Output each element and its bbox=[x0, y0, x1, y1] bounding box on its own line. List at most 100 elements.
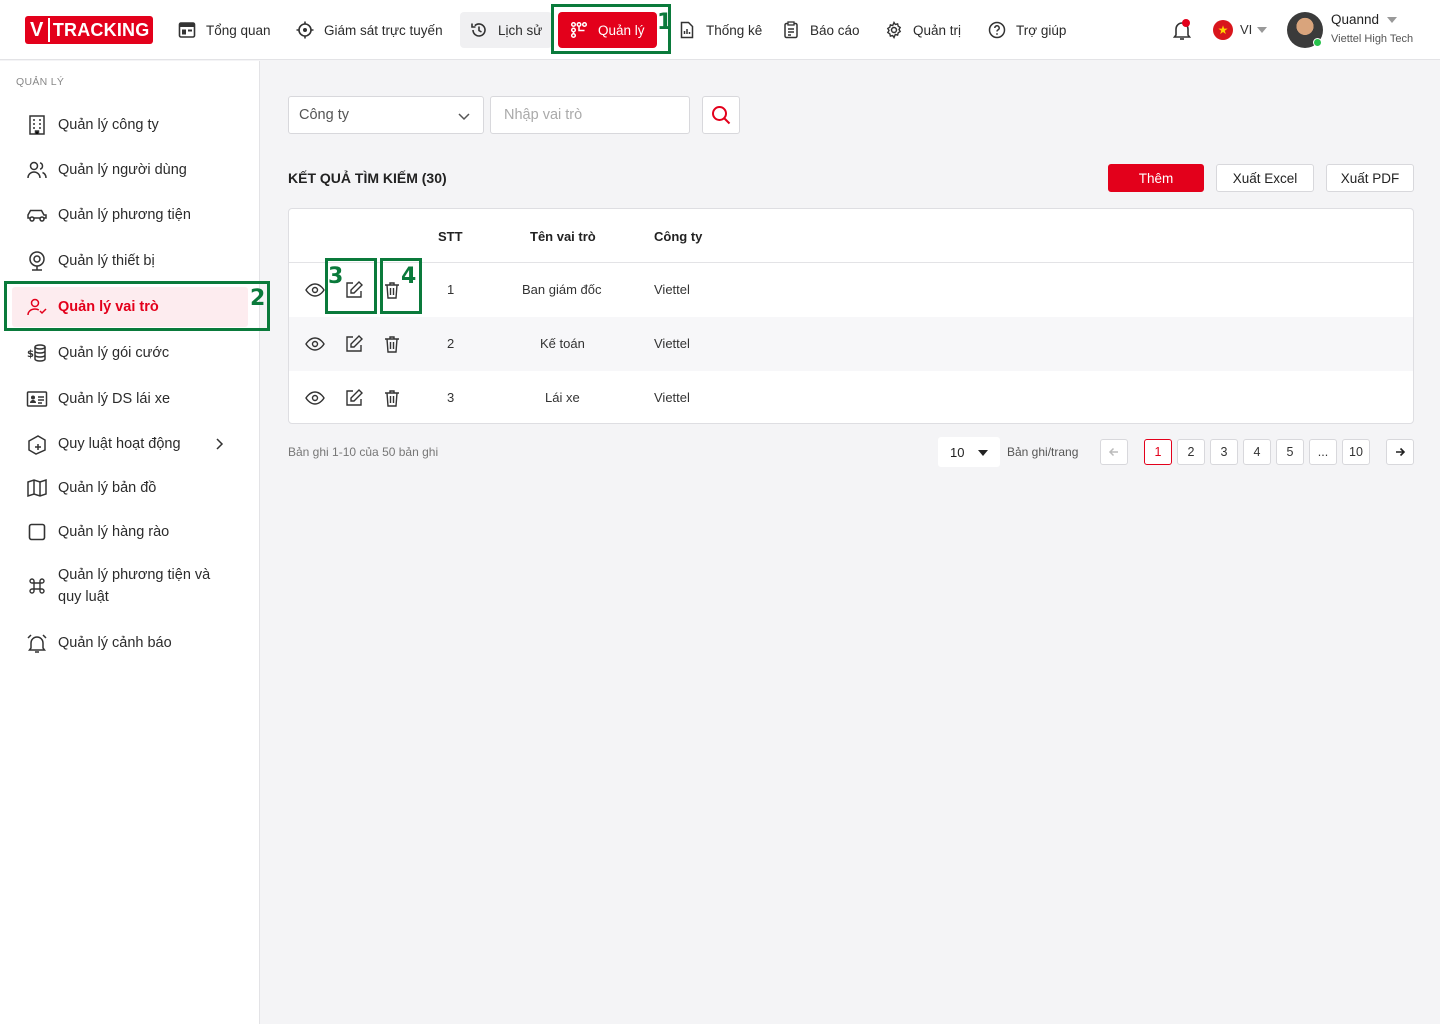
vtracking-logo[interactable]: V TRACKING bbox=[25, 16, 154, 44]
user-name[interactable]: Quannd bbox=[1331, 12, 1379, 27]
sidebar-item-label: Quản lý vai trò bbox=[58, 299, 159, 315]
language-label[interactable]: VI bbox=[1240, 22, 1252, 37]
sidebar-item-fences[interactable]: Quản lý hàng rào bbox=[12, 512, 248, 552]
sidebar-item-drivers[interactable]: Quản lý DS lái xe bbox=[12, 379, 248, 419]
user-org: Viettel High Tech bbox=[1331, 33, 1414, 45]
eye-icon bbox=[305, 283, 325, 297]
page-button-4[interactable]: 4 bbox=[1243, 439, 1271, 465]
edit-button[interactable] bbox=[344, 280, 364, 300]
sidebar-item-alerts[interactable]: Quản lý cảnh báo bbox=[12, 623, 248, 663]
user-caret-icon[interactable] bbox=[1387, 17, 1397, 23]
sidebar-item-devices[interactable]: Quản lý thiết bị bbox=[12, 241, 248, 281]
annotation-number-1: 1 bbox=[657, 10, 673, 35]
sidebar-item-company[interactable]: Quản lý công ty bbox=[12, 105, 248, 145]
edit-icon bbox=[346, 335, 363, 352]
page-size-select[interactable]: 10 bbox=[938, 437, 1000, 467]
page-button-10[interactable]: 10 bbox=[1342, 439, 1370, 465]
lang-caret-icon[interactable] bbox=[1257, 27, 1267, 33]
sidebar-item-vehicles[interactable]: Quản lý phương tiện bbox=[12, 195, 248, 235]
vietnam-flag-icon[interactable]: ★ bbox=[1213, 20, 1233, 40]
company-select[interactable]: Công ty bbox=[288, 96, 484, 134]
edit-button[interactable] bbox=[344, 334, 364, 354]
sidebar-item-roles[interactable]: Quản lý vai trò bbox=[12, 287, 248, 327]
page-button-3[interactable]: 3 bbox=[1210, 439, 1238, 465]
chevron-down-icon bbox=[458, 113, 470, 121]
sidebar-item-maps[interactable]: Quản lý bản đồ bbox=[12, 468, 248, 508]
nav-lich-su[interactable]: Lịch sử bbox=[460, 12, 553, 48]
nav-tong-quan[interactable]: Tổng quan bbox=[168, 12, 281, 48]
nav-thong-ke[interactable]: Thống kê bbox=[668, 12, 772, 48]
user-check-icon bbox=[27, 298, 47, 316]
company-select-value: Công ty bbox=[299, 107, 349, 123]
chevron-right-icon[interactable] bbox=[212, 437, 226, 451]
sidebar-item-users[interactable]: Quản lý người dùng bbox=[12, 150, 248, 190]
page-button-1[interactable]: 1 bbox=[1144, 439, 1172, 465]
page-button-2[interactable]: 2 bbox=[1177, 439, 1205, 465]
role-search-input[interactable] bbox=[490, 96, 690, 134]
per-page-label: Bản ghi/trang bbox=[1007, 445, 1079, 459]
sidebar-item-rules[interactable]: Quy luật hoạt động bbox=[12, 424, 248, 464]
sidebar-item-label: Quản lý thiết bị bbox=[58, 253, 155, 269]
top-header: V TRACKING Tổng quan Giám sát trực tuyến… bbox=[0, 0, 1440, 60]
export-pdf-button[interactable]: Xuất PDF bbox=[1326, 164, 1414, 192]
cell-role-name: Lái xe bbox=[545, 390, 580, 405]
sidebar-item-label: Quản lý phương tiện bbox=[58, 207, 191, 223]
nav-label: Lịch sử bbox=[498, 22, 543, 38]
crosshair-icon bbox=[296, 21, 314, 39]
view-button[interactable] bbox=[305, 334, 325, 354]
help-icon bbox=[988, 21, 1006, 39]
page-size-value: 10 bbox=[950, 444, 965, 460]
prev-page-button[interactable] bbox=[1100, 439, 1128, 465]
sidebar-item-label-line2: quy luật bbox=[58, 589, 109, 605]
edit-icon bbox=[346, 389, 363, 406]
sidebar-item-packages[interactable]: $ Quản lý gói cước bbox=[12, 333, 248, 373]
table-row: 1 Ban giám đốc Viettel bbox=[289, 263, 1413, 317]
nav-label: Quản trị bbox=[913, 22, 962, 38]
cell-stt: 2 bbox=[447, 336, 455, 351]
users-icon bbox=[27, 161, 47, 179]
sidebar-title: QUẢN LÝ bbox=[16, 76, 65, 88]
page-button-5[interactable]: 5 bbox=[1276, 439, 1304, 465]
header-company: Công ty bbox=[654, 229, 703, 244]
nav-quan-tri[interactable]: Quản trị bbox=[875, 12, 971, 48]
nav-label: Báo cáo bbox=[810, 22, 860, 38]
coins-icon: $ bbox=[27, 344, 46, 362]
records-summary: Bản ghi 1-10 của 50 bản ghi bbox=[288, 445, 439, 459]
export-excel-button[interactable]: Xuất Excel bbox=[1216, 164, 1314, 192]
delete-button[interactable] bbox=[382, 334, 402, 354]
history-icon bbox=[471, 23, 486, 37]
delete-button[interactable] bbox=[382, 280, 402, 300]
header-stt: STT bbox=[438, 229, 463, 244]
alarm-icon bbox=[27, 634, 47, 653]
page-ellipsis: ... bbox=[1309, 439, 1337, 465]
nav-bao-cao[interactable]: Báo cáo bbox=[772, 12, 870, 48]
nav-quan-ly[interactable]: Quản lý bbox=[558, 12, 657, 48]
sidebar: QUẢN LÝ Quản lý công ty Quản lý người dù… bbox=[0, 61, 260, 1024]
edit-icon bbox=[346, 281, 363, 298]
eye-icon bbox=[305, 337, 325, 351]
nav-label: Quản lý bbox=[598, 22, 645, 38]
add-button[interactable]: Thêm bbox=[1108, 164, 1204, 192]
sidebar-item-label: Quy luật hoạt động bbox=[58, 436, 181, 452]
sidebar-item-label: Quản lý gói cước bbox=[58, 345, 170, 361]
logo-v: V bbox=[30, 18, 43, 41]
edit-button[interactable] bbox=[344, 388, 364, 408]
sidebar-item-label: Quản lý cảnh báo bbox=[58, 635, 172, 651]
dashboard-icon bbox=[178, 22, 196, 38]
view-button[interactable] bbox=[305, 280, 325, 300]
delete-button[interactable] bbox=[382, 388, 402, 408]
arrow-left-icon bbox=[1108, 447, 1118, 457]
annotation-number-3: 3 bbox=[328, 264, 344, 289]
clipboard-icon bbox=[784, 21, 798, 39]
sidebar-item-label: Quản lý bản đồ bbox=[58, 480, 157, 496]
nav-tro-giup[interactable]: Trợ giúp bbox=[978, 12, 1076, 48]
sidebar-item-label: Quản lý công ty bbox=[58, 117, 159, 133]
report-chart-icon bbox=[680, 21, 694, 39]
search-button[interactable] bbox=[702, 96, 740, 134]
view-button[interactable] bbox=[305, 388, 325, 408]
online-status-dot bbox=[1313, 38, 1322, 47]
roles-table: STT Tên vai trò Công ty 1 Ban giám đốc V… bbox=[288, 208, 1414, 424]
sidebar-item-vehicle-rules[interactable]: Quản lý phương tiện và quy luật bbox=[12, 558, 248, 614]
nav-giam-sat[interactable]: Giám sát trực tuyến bbox=[286, 12, 453, 48]
next-page-button[interactable] bbox=[1386, 439, 1414, 465]
